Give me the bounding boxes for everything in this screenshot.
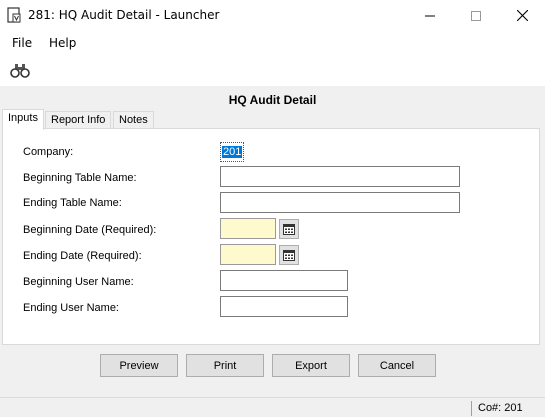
beginning-table-input[interactable] — [220, 166, 460, 187]
minimize-icon — [425, 15, 435, 16]
beginning-user-input[interactable] — [220, 270, 348, 291]
window-title: 281: HQ Audit Detail - Launcher — [28, 8, 220, 22]
beginning-date-calendar-button[interactable] — [279, 219, 299, 239]
toolbar — [0, 55, 545, 86]
title-bar: 281: HQ Audit Detail - Launcher — [0, 0, 545, 31]
beginning-date-label: Beginning Date (Required): — [23, 224, 157, 236]
tab-report-info[interactable]: Report Info — [45, 111, 112, 129]
status-separator — [471, 401, 472, 416]
beginning-date-input[interactable] — [220, 218, 276, 239]
status-company: Co#: 201 — [478, 402, 523, 414]
ending-table-label: Ending Table Name: — [23, 197, 122, 209]
ending-date-calendar-button[interactable] — [279, 245, 299, 265]
calendar-icon — [283, 224, 295, 235]
export-button[interactable]: Export — [272, 354, 350, 377]
ending-table-input[interactable] — [220, 192, 460, 213]
menu-help[interactable]: Help — [49, 36, 76, 50]
company-field[interactable]: 201 — [220, 142, 244, 162]
tab-inputs[interactable]: Inputs — [2, 109, 44, 130]
app-launcher-icon — [7, 7, 21, 23]
company-value: 201 — [222, 146, 243, 158]
beginning-user-label: Beginning User Name: — [23, 276, 134, 288]
status-bar: Co#: 201 — [0, 397, 545, 417]
close-icon — [516, 10, 528, 21]
ending-date-input[interactable] — [220, 244, 276, 265]
preview-button[interactable]: Preview — [100, 354, 178, 377]
ending-user-input[interactable] — [220, 296, 348, 317]
menu-bar: File Help — [0, 31, 545, 55]
print-button[interactable]: Print — [186, 354, 264, 377]
cancel-button[interactable]: Cancel — [358, 354, 436, 377]
calendar-icon — [283, 250, 295, 261]
maximize-button[interactable] — [453, 0, 499, 31]
tab-notes[interactable]: Notes — [113, 111, 154, 129]
maximize-icon — [471, 10, 481, 21]
ending-date-label: Ending Date (Required): — [23, 250, 142, 262]
minimize-button[interactable] — [407, 0, 453, 31]
close-button[interactable] — [499, 0, 545, 31]
binoculars-icon[interactable] — [10, 62, 30, 78]
inputs-panel: Company: 201 Beginning Table Name: Endin… — [2, 128, 540, 345]
menu-file[interactable]: File — [12, 36, 32, 50]
ending-user-label: Ending User Name: — [23, 302, 119, 314]
form-title: HQ Audit Detail — [228, 93, 317, 107]
beginning-table-label: Beginning Table Name: — [23, 172, 137, 184]
company-label: Company: — [23, 146, 74, 158]
